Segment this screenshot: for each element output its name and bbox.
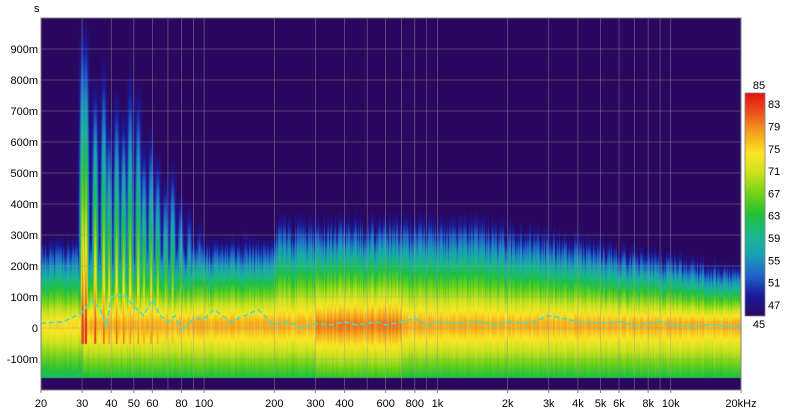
colorbar-tick-label: 59 [768, 233, 780, 245]
y-tick-label: 300m [10, 230, 38, 242]
x-tick-label: 80 [175, 398, 187, 410]
x-tick-label: 10k [662, 398, 680, 410]
x-tick-label: 2k [502, 398, 514, 410]
x-tick-label: 800 [406, 398, 424, 410]
colorbar-tick-label: 67 [768, 188, 780, 200]
colorbar-tick-label: 79 [768, 121, 780, 133]
y-tick-label: -100m [7, 354, 38, 366]
colorbar-bar [744, 92, 766, 317]
x-tick-label: 50 [128, 398, 140, 410]
x-tick-label: 5k [595, 398, 607, 410]
colorbar-tick-label: 47 [768, 300, 780, 312]
x-tick-label: 1k [432, 398, 444, 410]
y-axis-unit-label: s [34, 3, 40, 15]
colorbar: 8583 79 75 71 67 63 59 55 51 4745 [744, 80, 780, 331]
x-tick-label: 4k [572, 398, 584, 410]
y-tick-label: 600m [10, 137, 38, 149]
waterfall-chart: 20 30 40 50 60 80 100 200 300 400 600 800 1k 2k 3k 4k 5k… [7, 3, 780, 410]
colorbar-tick-label: 75 [768, 144, 780, 156]
colorbar-tick-label: 55 [768, 255, 780, 267]
y-tick-label: 700m [10, 106, 38, 118]
x-tick-label: 60 [146, 398, 158, 410]
x-tick-label: 100 [195, 398, 213, 410]
x-tick-label: 300 [306, 398, 324, 410]
colorbar-tick-label: 85 [753, 80, 765, 92]
x-tick-label: 20 [35, 398, 47, 410]
colorbar-tick-label: 51 [768, 278, 780, 290]
x-tick-label: 6k [613, 398, 625, 410]
y-tick-label: 0 [32, 323, 38, 335]
x-tick-label: 400 [335, 398, 353, 410]
y-tick-label: 900m [10, 44, 38, 56]
x-tick-label: 40 [105, 398, 117, 410]
x-tick-label: 3k [543, 398, 555, 410]
y-axis: -100m 0 100m 200m 300m 400m 500m 600m 700m 800m 90… [7, 44, 38, 366]
x-axis: 20 30 40 50 60 80 100 200 300 400 600 800 1k 2k 3k 4k 5k… [35, 390, 757, 410]
y-tick-label: 500m [10, 168, 38, 180]
colorbar-tick-label: 45 [753, 319, 765, 331]
x-tick-label: 30 [76, 398, 88, 410]
x-tick-label: 200 [265, 398, 283, 410]
colorbar-tick-label: 63 [768, 211, 780, 223]
x-tick-label: 600 [376, 398, 394, 410]
colorbar-tick-label: 71 [768, 166, 780, 178]
y-tick-label: 200m [10, 261, 38, 273]
y-tick-label: 400m [10, 199, 38, 211]
y-tick-label: 800m [10, 75, 38, 87]
x-tick-label: 8k [642, 398, 654, 410]
y-tick-label: 100m [10, 292, 38, 304]
colorbar-tick-label: 83 [768, 99, 780, 111]
x-tick-label: 20kHz [725, 398, 756, 410]
